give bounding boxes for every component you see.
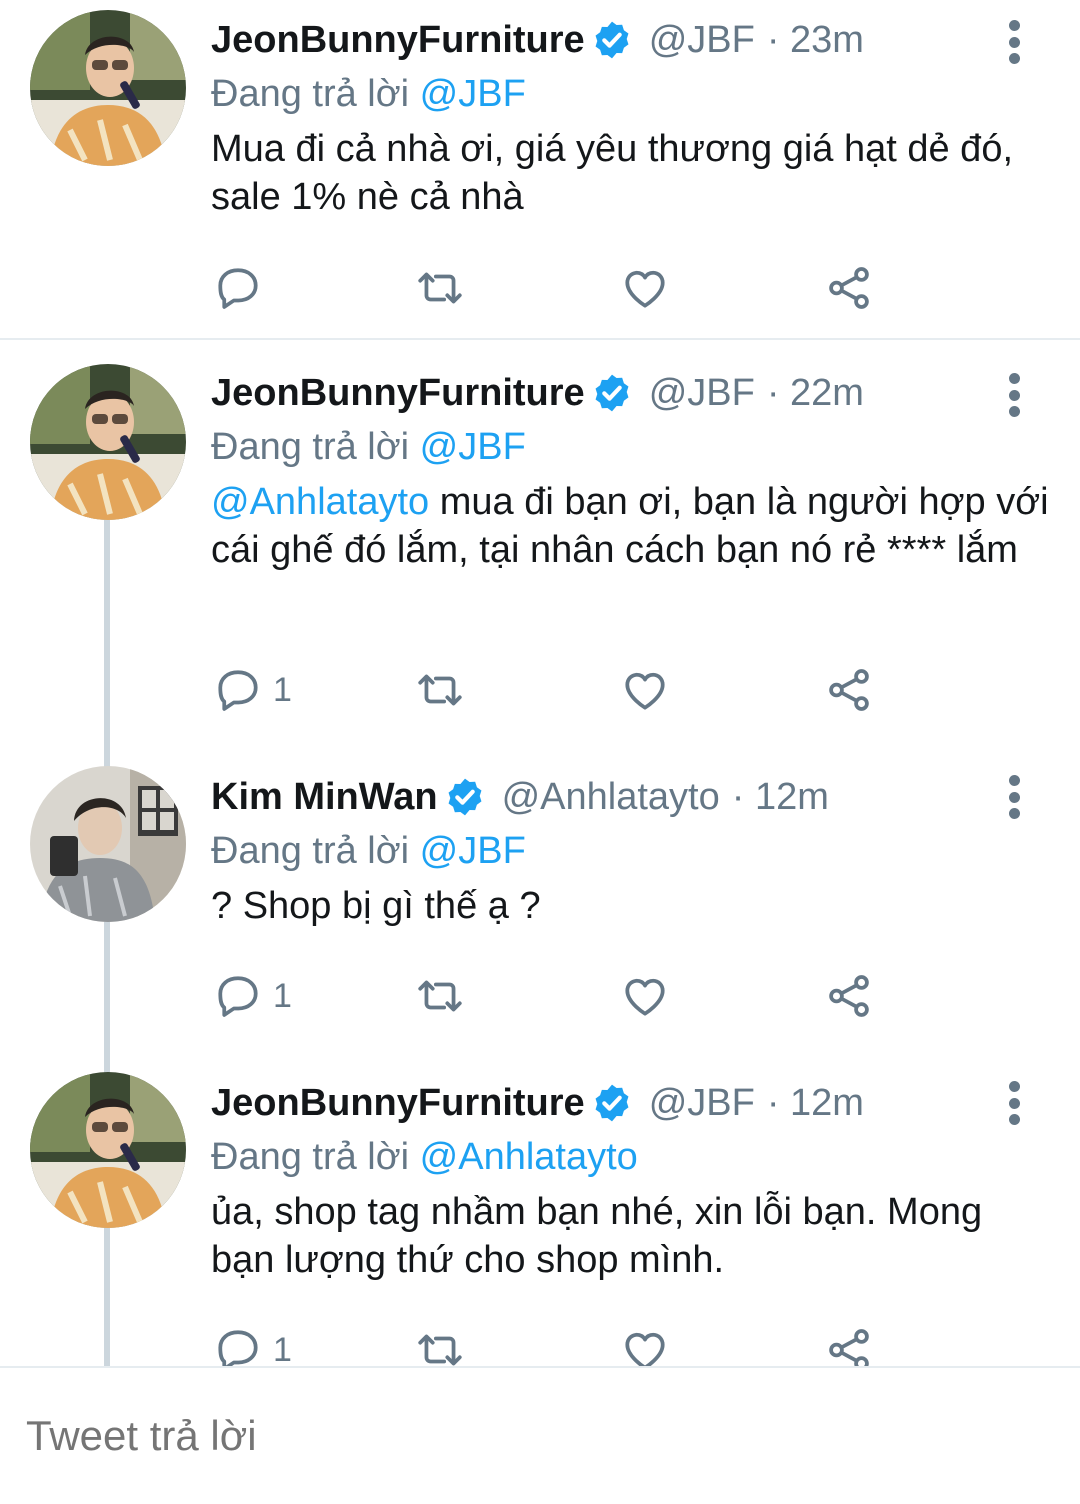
reply-icon bbox=[213, 665, 263, 715]
share-icon bbox=[824, 665, 874, 715]
replying-to-handle[interactable]: @JBF bbox=[420, 426, 526, 468]
reply-count: 1 bbox=[273, 1330, 292, 1367]
tweet[interactable]: JeonBunnyFurniture @JBF · 23m Đang trả l… bbox=[0, 0, 1080, 338]
display-name[interactable]: Kim MinWan bbox=[211, 776, 438, 819]
tweet-text: ? Shop bị gì thế ạ ? bbox=[211, 882, 1050, 930]
replying-to-handle[interactable]: @JBF bbox=[420, 73, 526, 115]
timestamp[interactable]: · 23m bbox=[767, 19, 864, 62]
share-button[interactable] bbox=[824, 258, 874, 318]
retweet-icon bbox=[415, 971, 465, 1021]
tweet-body: Mua đi cả nhà ơi, giá yêu thương giá hạt… bbox=[211, 128, 1014, 218]
avatar[interactable] bbox=[30, 10, 186, 166]
retweet-icon bbox=[415, 1325, 465, 1366]
reply-button[interactable]: 1 bbox=[213, 966, 292, 1026]
replying-to-handle[interactable]: @Anhlatayto bbox=[420, 1136, 638, 1178]
tweet-text: Mua đi cả nhà ơi, giá yêu thương giá hạt… bbox=[211, 125, 1050, 221]
reply-button[interactable]: 1 bbox=[213, 660, 292, 720]
tweet-text: ủa, shop tag nhầm bạn nhé, xin lỗi bạn. … bbox=[211, 1188, 1050, 1284]
reply-icon bbox=[213, 971, 263, 1021]
share-icon bbox=[824, 263, 874, 313]
verified-badge-icon bbox=[444, 776, 486, 818]
retweet-button[interactable] bbox=[415, 660, 465, 720]
reply-icon bbox=[213, 1325, 263, 1366]
handle[interactable]: @Anhlatayto bbox=[502, 776, 720, 819]
replying-to: Đang trả lời @Anhlatayto bbox=[211, 1132, 1050, 1182]
replying-to-label: Đang trả lời bbox=[211, 426, 410, 468]
reply-input[interactable] bbox=[24, 1368, 1056, 1504]
like-icon bbox=[620, 1325, 670, 1366]
tweet-text: @Anhlatayto mua đi bạn ơi, bạn là người … bbox=[211, 478, 1050, 574]
tweet[interactable]: JeonBunnyFurniture @JBF · 12m Đang trả l… bbox=[0, 1052, 1080, 1366]
replying-to-label: Đang trả lời bbox=[211, 1136, 410, 1178]
avatar[interactable] bbox=[30, 364, 186, 520]
user-avatar-icon bbox=[30, 1072, 186, 1228]
verified-badge-icon bbox=[591, 372, 633, 414]
verified-badge-icon bbox=[591, 1082, 633, 1124]
replying-to: Đang trả lời @JBF bbox=[211, 422, 1050, 472]
reply-icon bbox=[213, 263, 263, 313]
retweet-button[interactable] bbox=[415, 258, 465, 318]
tweet-body: ? Shop bị gì thế ạ ? bbox=[211, 885, 541, 927]
display-name[interactable]: JeonBunnyFurniture bbox=[211, 372, 585, 415]
tweet-actions: 1 bbox=[211, 1320, 891, 1366]
share-button[interactable] bbox=[824, 660, 874, 720]
display-name[interactable]: JeonBunnyFurniture bbox=[211, 19, 585, 62]
timestamp[interactable]: · 12m bbox=[767, 1082, 864, 1125]
replying-to: Đang trả lời @JBF bbox=[211, 826, 1050, 876]
handle[interactable]: @JBF bbox=[649, 19, 755, 62]
like-button[interactable] bbox=[620, 966, 670, 1026]
reply-composer bbox=[0, 1366, 1080, 1504]
tweet[interactable]: JeonBunnyFurniture @JBF · 22m Đang trả l… bbox=[0, 340, 1080, 746]
tweet-header: JeonBunnyFurniture @JBF · 12m bbox=[211, 1074, 1050, 1132]
retweet-button[interactable] bbox=[415, 966, 465, 1026]
tweet-actions bbox=[211, 258, 891, 318]
retweet-button[interactable] bbox=[415, 1320, 465, 1366]
user-avatar-icon bbox=[30, 766, 186, 922]
retweet-icon bbox=[415, 263, 465, 313]
replying-to-label: Đang trả lời bbox=[211, 73, 410, 115]
reply-count: 1 bbox=[273, 670, 292, 709]
verified-badge-icon bbox=[591, 19, 633, 61]
like-icon bbox=[620, 665, 670, 715]
tweet-header: JeonBunnyFurniture @JBF · 23m bbox=[211, 11, 1050, 69]
share-icon bbox=[824, 971, 874, 1021]
timestamp[interactable]: · 22m bbox=[767, 372, 864, 415]
share-icon bbox=[824, 1325, 874, 1366]
handle[interactable]: @JBF bbox=[649, 372, 755, 415]
retweet-icon bbox=[415, 665, 465, 715]
user-avatar-icon bbox=[30, 10, 186, 166]
replying-to-handle[interactable]: @JBF bbox=[420, 830, 526, 872]
reply-button[interactable]: 1 bbox=[213, 1320, 292, 1366]
tweet[interactable]: Kim MinWan @Anhlatayto · 12m Đang trả lờ… bbox=[0, 746, 1080, 1052]
tweet-actions: 1 bbox=[211, 966, 891, 1026]
tweet-actions: 1 bbox=[211, 660, 891, 720]
tweet-header: Kim MinWan @Anhlatayto · 12m bbox=[211, 768, 1050, 826]
reply-count: 1 bbox=[273, 976, 292, 1015]
replying-to: Đang trả lời @JBF bbox=[211, 69, 1050, 119]
replying-to-label: Đang trả lời bbox=[211, 830, 410, 872]
share-button[interactable] bbox=[824, 1320, 874, 1366]
tweet-header: JeonBunnyFurniture @JBF · 22m bbox=[211, 364, 1050, 422]
user-avatar-icon bbox=[30, 364, 186, 520]
like-icon bbox=[620, 263, 670, 313]
like-button[interactable] bbox=[620, 660, 670, 720]
timestamp[interactable]: · 12m bbox=[732, 776, 829, 819]
mention-link[interactable]: @Anhlatayto bbox=[211, 481, 429, 523]
reply-button[interactable] bbox=[213, 258, 273, 318]
like-icon bbox=[620, 971, 670, 1021]
display-name[interactable]: JeonBunnyFurniture bbox=[211, 1082, 585, 1125]
share-button[interactable] bbox=[824, 966, 874, 1026]
like-button[interactable] bbox=[620, 1320, 670, 1366]
avatar[interactable] bbox=[30, 766, 186, 922]
handle[interactable]: @JBF bbox=[649, 1082, 755, 1125]
tweet-thread: JeonBunnyFurniture @JBF · 23m Đang trả l… bbox=[0, 0, 1080, 1366]
tweet-body: ủa, shop tag nhầm bạn nhé, xin lỗi bạn. … bbox=[211, 1191, 983, 1281]
like-button[interactable] bbox=[620, 258, 670, 318]
avatar[interactable] bbox=[30, 1072, 186, 1228]
